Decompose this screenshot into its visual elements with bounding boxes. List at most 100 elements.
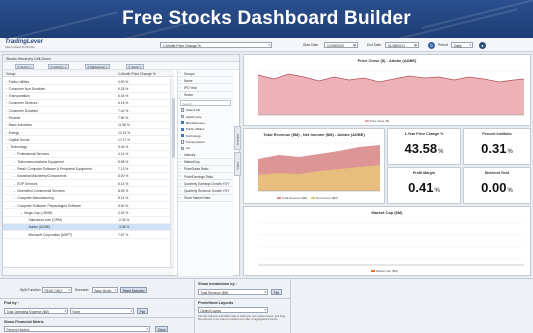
table-row[interactable]: › Consumer Services 6.16 % [3, 100, 174, 108]
group-chip-marketcap[interactable]: ≡ MarketCap × [85, 63, 110, 69]
table-row[interactable]: › Transportation 6.04 % [3, 93, 174, 100]
table-row[interactable]: › Finance 7.80 % [3, 114, 174, 122]
price-area [258, 74, 524, 115]
expand-chevron-icon[interactable]: ⌄ [6, 145, 9, 149]
plot-by-secondary-select[interactable]: None ▾ [70, 308, 134, 314]
legend-swatch [365, 119, 369, 122]
checkbox[interactable] [181, 108, 185, 112]
scrollbar[interactable] [170, 78, 175, 268]
row-label: Adobe (ADBE) [28, 225, 51, 230]
expand-chevron-icon[interactable]: › [6, 80, 7, 84]
group-chip-sector[interactable]: ≡ Sector × [15, 63, 34, 69]
column-header-group[interactable]: Group [6, 72, 15, 76]
expand-chevron-icon[interactable]: ⌄ [20, 211, 23, 215]
breakdown-plot-button[interactable]: Plot [271, 289, 282, 295]
expand-chevron-icon[interactable]: ⌄ [13, 182, 16, 186]
field-section[interactable]: › Price/Earnings Ratio [178, 173, 233, 181]
chevron-right-icon: › [179, 152, 181, 157]
refresh-icon: ↻ [429, 42, 434, 48]
row-label: Telecommunications Equipment [17, 159, 64, 164]
table-row[interactable]: Salesforce.com (CRM) -2.35 % [3, 217, 174, 224]
kpi-unit: % [434, 188, 440, 194]
refresh-button[interactable]: ↻ [428, 41, 435, 49]
expand-chevron-icon[interactable]: › [6, 131, 7, 135]
checkbox[interactable] [181, 134, 185, 138]
table-row[interactable]: ⌄ Mega-Cap (>200B) 0.52 % [3, 209, 174, 217]
scrollbar-thumb[interactable] [171, 98, 175, 158]
field-section[interactable]: › IPO Year [178, 84, 233, 92]
table-row[interactable]: › Consumer Non-Durables 6.28 % [3, 85, 174, 93]
reset-scenario-button[interactable]: Reset Scenario [120, 287, 147, 293]
field-section[interactable]: › Price/Sales Ratio [178, 166, 233, 174]
table-row[interactable]: Adobe (ADBE) -3.08 % [3, 223, 174, 232]
row-label: Consumer Non-Durables [8, 86, 46, 91]
group-chip-industry[interactable]: ≡ Industry × [48, 63, 69, 69]
expand-chevron-icon[interactable]: ⌄ [13, 174, 16, 178]
expand-chevron-icon[interactable]: › [6, 109, 7, 113]
layout-select[interactable]: Default Layout ▾ [198, 307, 268, 313]
table-row[interactable]: › Consumer Durables 7.42 % [3, 107, 174, 115]
table-row[interactable]: ⌄ Technology 5.04 % [3, 144, 174, 151]
table-row[interactable]: ⌄ Computer Software: Prepackaged Software… [3, 202, 174, 210]
table-row[interactable]: ⌄ Professional Services 4.14 % [3, 151, 174, 159]
checkbox[interactable] [181, 140, 185, 144]
table-row[interactable]: › Energy 12.13 % [3, 129, 174, 137]
expand-chevron-icon[interactable]: › [6, 94, 7, 98]
start-date-input[interactable]: 12/09/2020 ▦ [324, 42, 358, 48]
field-section[interactable]: › Stock Market Data [178, 195, 233, 202]
tab-columns[interactable]: Columns [234, 126, 241, 150]
field-section[interactable]: › Industry [178, 151, 233, 159]
table-row[interactable]: ⌄ Diversified Commercial Services 8.05 % [3, 187, 174, 195]
group-chip-stock[interactable]: ≡ Stock × [126, 63, 144, 69]
checkbox[interactable] [181, 114, 185, 119]
expand-chevron-icon[interactable]: › [6, 116, 7, 120]
show-button[interactable]: Show [155, 326, 169, 332]
expand-chevron-icon[interactable]: › [6, 87, 7, 91]
field-section[interactable]: › Sector [178, 92, 233, 99]
expand-chevron-icon[interactable]: ⌄ [13, 189, 16, 193]
field-section[interactable]: › MarketCap [178, 159, 233, 166]
expand-chevron-icon[interactable]: ⌄ [13, 196, 16, 200]
checkbox[interactable] [181, 146, 185, 150]
table-row[interactable]: › Capital Goods 17.17 % [3, 136, 174, 144]
expand-chevron-icon[interactable]: › [6, 138, 7, 142]
tab-filters[interactable]: Filters [234, 152, 241, 176]
table-row[interactable]: ⌄ Computer Manufacturing 8.14 % [3, 195, 174, 203]
expand-chevron-icon[interactable]: › [6, 101, 7, 105]
field-section[interactable]: › Quarterly Revenue Growth YOY [178, 187, 233, 195]
period-select[interactable]: Daily ▾ [451, 42, 473, 48]
user-button[interactable]: ● [479, 41, 486, 49]
scenario-select[interactable]: Base Model ▾ [92, 287, 118, 293]
metric-select[interactable]: 1-Month Price Change % ▾ [160, 42, 272, 48]
plot-by-select[interactable]: Total Operating Expense ($M) ▾ [4, 308, 68, 314]
breakdown-select[interactable]: Total Revenue ($M) ▾ [198, 289, 268, 295]
split-function-select[interactable]: READ ONLY ▾ [42, 287, 72, 293]
expand-chevron-icon[interactable]: ⌄ [13, 160, 16, 164]
field-section[interactable]: › Name [178, 77, 233, 85]
chevron-down-icon: ▾ [64, 309, 66, 314]
plot-button[interactable]: Plot [137, 308, 148, 314]
expand-chevron-icon[interactable]: ⌄ [13, 204, 16, 208]
table-row[interactable]: › Basic Industries 11.58 % [3, 122, 174, 130]
table-row[interactable]: Microsoft Corporation (MSFT) 7.67 % [3, 231, 174, 239]
table-row[interactable]: ⌄ Industrial Machinery/Components 8.00 % [3, 173, 174, 181]
legend-label: Price Close ($) [370, 119, 390, 123]
expand-chevron-icon[interactable]: › [6, 123, 7, 127]
field-section[interactable]: › Groups [178, 70, 233, 78]
table-row[interactable]: ⌄ Retail: Computer Software & Peripheral … [3, 166, 174, 173]
checkbox[interactable] [181, 121, 185, 125]
field-section-label: Price/Earnings Ratio [184, 174, 214, 179]
table-row[interactable]: ⌄ Telecommunications Equipment 5.58 % [3, 158, 174, 166]
column-header-value[interactable]: 1-Month Price Change % [118, 72, 156, 76]
expand-chevron-icon[interactable]: ⌄ [13, 152, 16, 156]
field-section[interactable]: › Quarterly Earnings Growth YOY [178, 180, 233, 188]
field-search-input[interactable]: Search [180, 99, 231, 106]
table-row[interactable]: › Public Utilities 4.50 % [3, 78, 174, 86]
calendar-icon: ▦ [353, 43, 356, 48]
end-date-input[interactable]: 01/08/2021 ▦ [385, 42, 419, 48]
chevron-right-icon: › [179, 71, 181, 76]
expand-chevron-icon[interactable]: ⌄ [13, 167, 16, 171]
table-row[interactable]: ⌄ EDP Services 6.14 % [3, 180, 174, 188]
financial-metric-select[interactable]: Percent Holders ▾ [4, 326, 150, 332]
checkbox[interactable] [181, 127, 185, 131]
